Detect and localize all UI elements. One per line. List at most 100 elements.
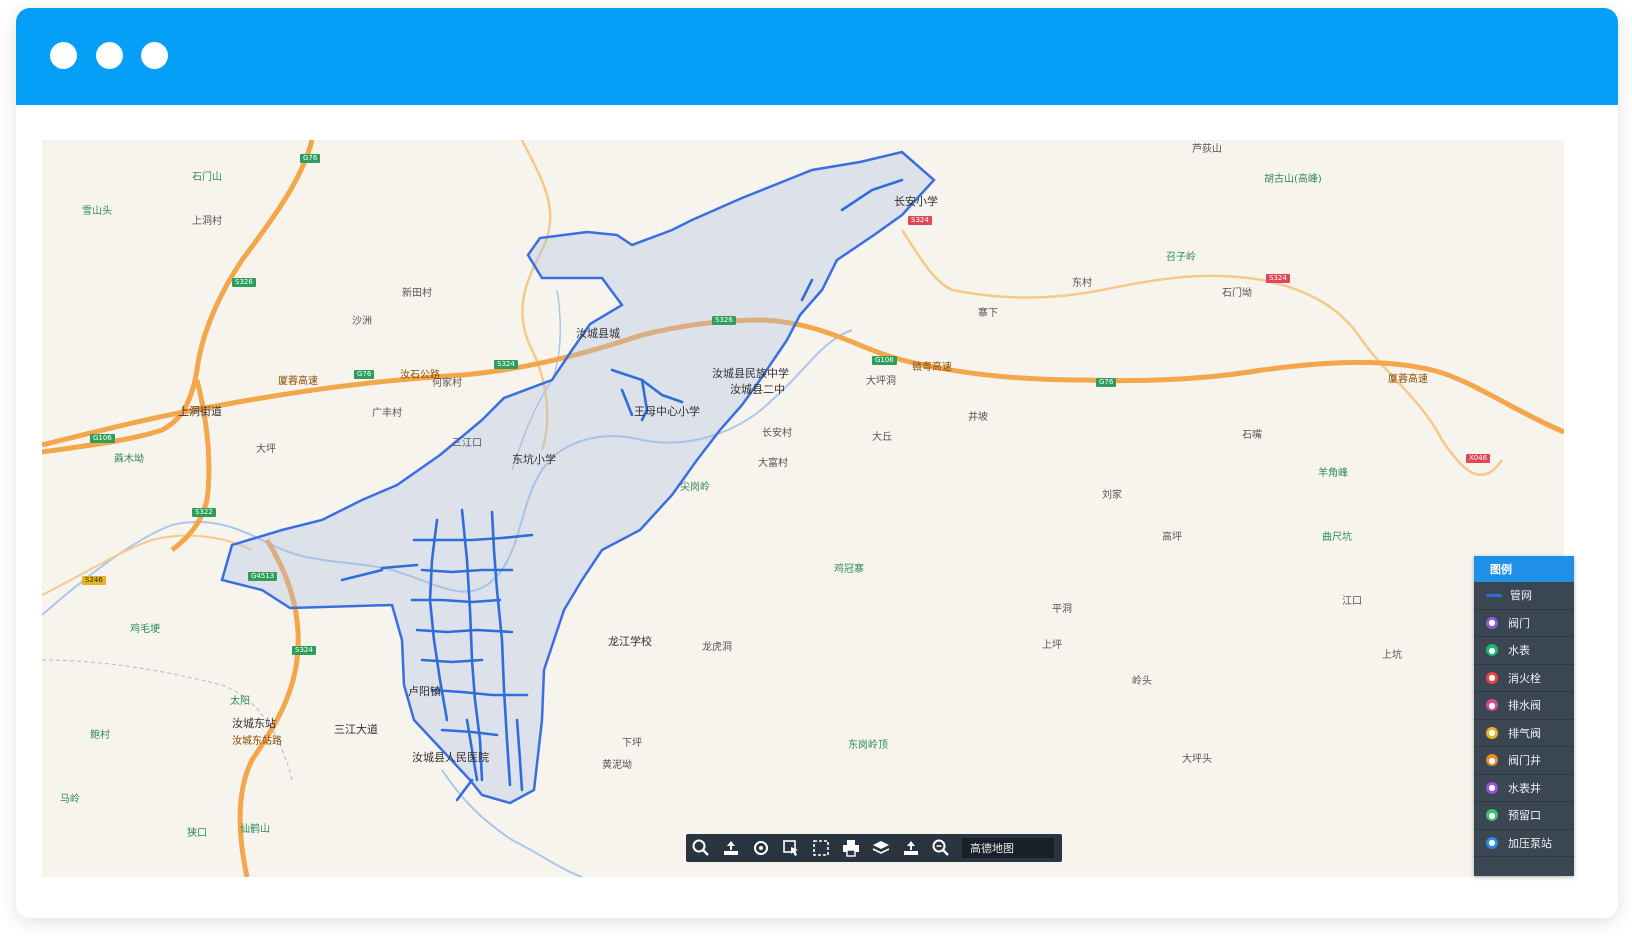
place-label: 三江大道 xyxy=(334,723,378,736)
legend-item-water-meter[interactable]: ● 水表 xyxy=(1474,637,1574,665)
legend-item-meter-well[interactable]: ● 水表井 xyxy=(1474,775,1574,802)
place-label: 胡古山(高峰) xyxy=(1264,174,1322,185)
road-line xyxy=(900,229,1504,477)
place-label: 曲尺坑 xyxy=(1322,532,1352,543)
place-label: 太阳 xyxy=(230,696,250,707)
road-shield: G76 xyxy=(1096,378,1117,387)
place-label: 石门坳 xyxy=(1222,288,1252,299)
basemap-select[interactable]: 高德地图 xyxy=(962,838,1054,858)
layers-icon[interactable] xyxy=(866,834,896,862)
place-label: 汝城县人民医院 xyxy=(412,751,489,764)
place-label: 江口 xyxy=(1342,596,1362,607)
place-label: 石嘴 xyxy=(1242,430,1262,441)
locate-icon[interactable] xyxy=(746,834,776,862)
place-label: 上洞街道 xyxy=(178,405,222,418)
place-label: 长安小学 xyxy=(894,195,938,208)
road-shield: S326 xyxy=(232,278,256,287)
legend-item-label: 水表井 xyxy=(1508,781,1541,795)
road-shield: S326 xyxy=(712,316,736,325)
zoom-icon[interactable] xyxy=(926,834,956,862)
place-label: 新田村 xyxy=(402,288,432,299)
legend-item-label: 管网 xyxy=(1510,589,1532,603)
road-shield: G106 xyxy=(90,434,115,443)
legend-panel: 图例 管网 ● 阀门 ● 水表 ● 消火栓 ● 排水阀 ● 排气阀 ● 阀门井 … xyxy=(1474,556,1574,876)
legend-item-label: 加压泵站 xyxy=(1508,836,1552,850)
place-label: 上坪 xyxy=(1042,640,1062,651)
place-label: 大坪 xyxy=(256,444,276,455)
place-label: 芦荻山 xyxy=(1192,144,1222,155)
legend-item-reserved-port[interactable]: ● 预留口 xyxy=(1474,802,1574,830)
place-label: 龙江学校 xyxy=(608,635,652,648)
legend-item-label: 预留口 xyxy=(1508,809,1541,823)
place-label: 尖岗岭 xyxy=(680,482,710,493)
place-label: 高坪 xyxy=(1162,532,1182,543)
pipe-line-icon xyxy=(1486,593,1502,597)
place-label: 大丘 xyxy=(872,432,892,443)
place-label: 平洞 xyxy=(1052,604,1072,615)
place-label: 狭口 xyxy=(187,828,207,839)
legend-item-valve[interactable]: ● 阀门 xyxy=(1474,610,1574,637)
road-label: 厦蓉高速 xyxy=(1388,374,1428,385)
export-icon[interactable] xyxy=(896,834,926,862)
water-meter-icon: ● xyxy=(1486,644,1498,657)
place-label: 沙洲 xyxy=(352,316,372,327)
place-label: 石门山 xyxy=(192,172,222,183)
search-icon[interactable] xyxy=(686,834,716,862)
legend-item-pump-station[interactable]: ● 加压泵站 xyxy=(1474,830,1574,857)
place-label: 鸡毛埂 xyxy=(130,624,160,635)
place-label: 上洞村 xyxy=(192,216,222,227)
place-label: 黄泥坳 xyxy=(602,760,632,771)
drain-valve-icon: ● xyxy=(1486,699,1498,712)
place-label: 龙虎洞 xyxy=(702,642,732,653)
road-label: 汝城东站路 xyxy=(232,736,282,747)
upload-icon[interactable] xyxy=(716,834,746,862)
service-area-boundary[interactable] xyxy=(220,150,936,805)
road-shield: S246 xyxy=(82,576,106,585)
place-label: 广丰村 xyxy=(372,408,402,419)
place-label: 汝城东站 xyxy=(232,717,276,730)
legend-item-hydrant[interactable]: ● 消火栓 xyxy=(1474,665,1574,692)
place-label: 东坑小学 xyxy=(512,453,556,466)
map-base-layer xyxy=(42,140,1564,877)
window-dot-icon[interactable] xyxy=(141,42,168,69)
road-line xyxy=(42,534,253,596)
place-label: 大坪头 xyxy=(1182,754,1212,765)
place-label: 下坪 xyxy=(622,738,642,749)
print-icon[interactable] xyxy=(836,834,866,862)
legend-item-drain-valve[interactable]: ● 排水阀 xyxy=(1474,692,1574,720)
road-label: 赣粤高速 xyxy=(912,362,952,373)
place-label: 仙鹤山 xyxy=(240,824,270,835)
legend-item-label: 阀门 xyxy=(1508,616,1530,630)
legend-item-label: 消火栓 xyxy=(1508,671,1541,685)
expressway-line xyxy=(42,317,1564,448)
select-icon[interactable] xyxy=(776,834,806,862)
legend-item-label: 阀门井 xyxy=(1508,754,1541,768)
legend-item-label: 排气阀 xyxy=(1508,726,1541,740)
window-dot-icon[interactable] xyxy=(96,42,123,69)
map-canvas[interactable]: 石门山 雪山头 蔴木坳 鸡毛埂 太阳 鲍村 马岭 狭口 仙鹤山 尖岗岭 鸡冠寨 … xyxy=(42,140,1564,877)
place-label: 鲍村 xyxy=(90,730,110,741)
legend-item-pipe[interactable]: 管网 xyxy=(1474,582,1574,610)
road-shield: G76 xyxy=(354,370,375,379)
road-shield: S324 xyxy=(908,216,932,225)
hydrant-icon: ● xyxy=(1486,671,1498,684)
road-shield: S322 xyxy=(192,508,216,517)
place-label: 长安村 xyxy=(762,428,792,439)
pump-station-icon: ● xyxy=(1486,836,1498,849)
reserved-port-icon: ● xyxy=(1486,809,1498,822)
legend-item-air-valve[interactable]: ● 排气阀 xyxy=(1474,720,1574,747)
road-shield: X046 xyxy=(1466,454,1491,463)
place-label: 汝城县民族中学 xyxy=(712,367,789,380)
valve-well-icon: ● xyxy=(1486,754,1498,767)
frame-icon[interactable] xyxy=(806,834,836,862)
legend-item-valve-well[interactable]: ● 阀门井 xyxy=(1474,747,1574,775)
window-dot-icon[interactable] xyxy=(50,42,77,69)
place-label: 卢阳镇 xyxy=(408,685,441,698)
place-label: 东村 xyxy=(1072,278,1092,289)
place-label: 王母中心小学 xyxy=(634,405,700,418)
map-toolbar: 高德地图 xyxy=(686,834,1062,862)
place-label: 羊角峰 xyxy=(1318,468,1348,479)
place-label: 刘家 xyxy=(1102,490,1122,501)
road-label: 厦蓉高速 xyxy=(278,376,318,387)
air-valve-icon: ● xyxy=(1486,726,1498,739)
